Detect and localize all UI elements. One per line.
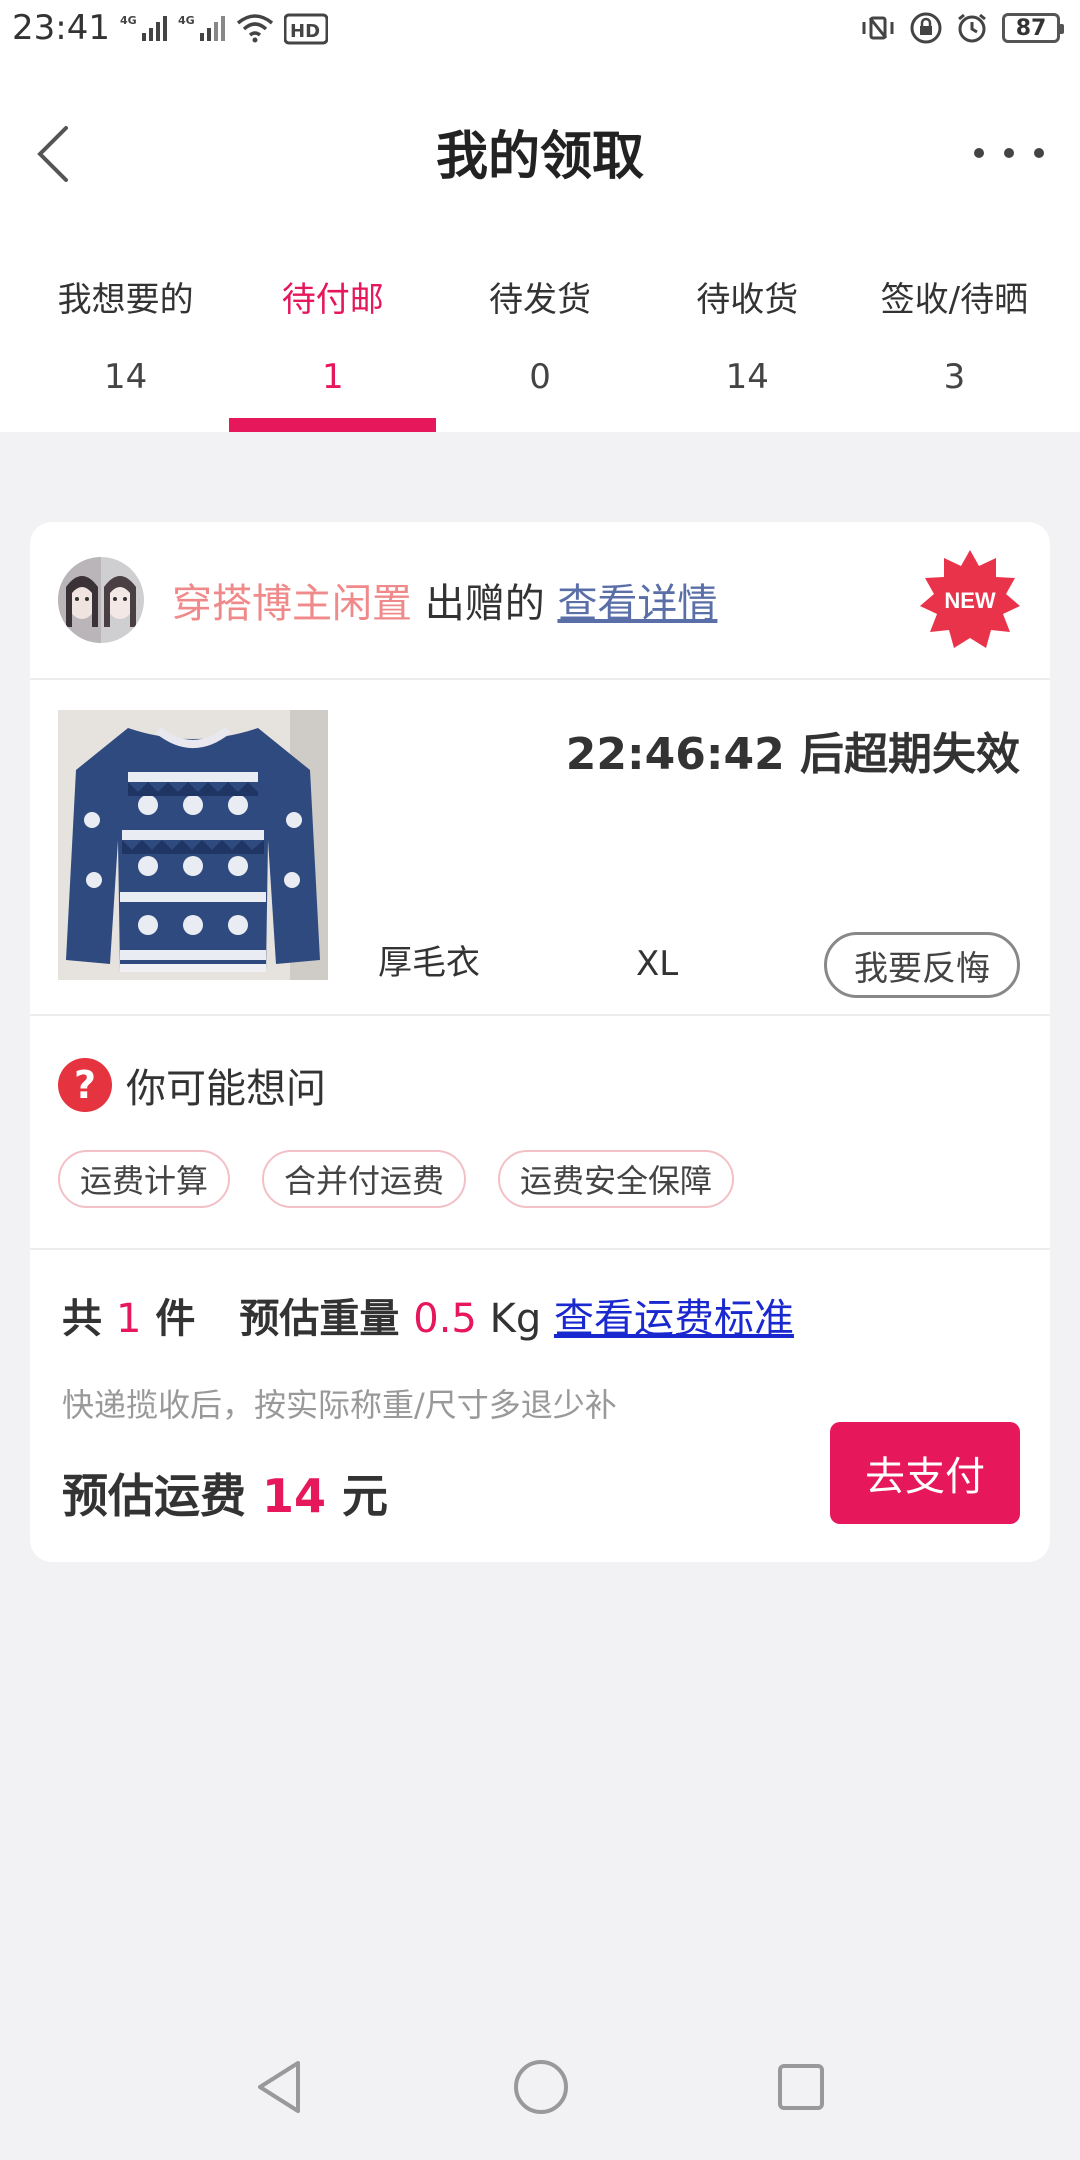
new-badge: NEW [918,548,1022,652]
tab-label: 待收货 [696,280,799,320]
tab-pending-postage[interactable]: 待付邮 1 [229,232,437,432]
total-count: 1 [115,1296,142,1342]
status-bar: 23:41 4G 4G HD 87 [0,0,1080,56]
pay-button[interactable]: 去支付 [830,1422,1020,1524]
battery-indicator: 87 [1002,13,1064,43]
page-title: 我的领取 [435,127,644,187]
tab-label: 待发货 [489,280,591,320]
product-name: 厚毛衣 [378,943,480,983]
gifter-name[interactable]: 穿搭博主闲置 [172,581,412,627]
nav-recents-icon[interactable] [776,2062,826,2112]
battery-level: 87 [1015,15,1047,41]
faq-title: 你可能想问 [126,1066,326,1112]
fee-value: 14 [262,1469,327,1523]
weight-unit: Kg [476,1296,554,1342]
gift-action-text: 出赠的 [412,581,558,627]
more-dot-icon [1034,148,1044,158]
fee-unit: 元 [326,1469,389,1523]
vibrate-icon [860,12,896,44]
tab-count: 3 [943,357,966,397]
weight-value: 0.5 [413,1296,477,1342]
more-options-button[interactable] [974,138,1044,168]
tab-pending-receipt[interactable]: 待收货 14 [644,232,851,432]
product-row: 22:46:42 后超期失效 厚毛衣 XL 我要反悔 [30,680,1050,1016]
status-time: 23:41 [12,8,110,48]
hd-icon: HD [283,11,328,45]
new-badge-label: NEW [944,588,996,613]
signal-icon: 4G [120,13,168,43]
tab-label: 签收/待晒 [880,280,1029,320]
fee-label: 预估运费 [62,1469,263,1523]
tab-count: 0 [529,357,551,397]
total-suffix: 件 [141,1296,196,1342]
nav-back-icon[interactable] [254,2059,306,2115]
tab-wanted[interactable]: 我想要的 14 [22,232,229,432]
product-size: XL [636,944,679,984]
lock-icon [910,12,942,44]
tab-label: 我想要的 [57,280,194,320]
svg-text:4G: 4G [178,14,195,27]
more-dot-icon [974,148,984,158]
expiry-countdown: 22:46:42 后超期失效 [565,729,1020,780]
regret-button[interactable]: 我要反悔 [824,932,1020,998]
faq-chip-shipping-guarantee[interactable]: 运费安全保障 [498,1150,735,1208]
alarm-icon [956,12,988,44]
gift-description: 穿搭博主闲置 出赠的 查看详情 [172,571,717,629]
faq-chip-combine-shipping[interactable]: 合并付运费 [262,1150,467,1208]
svg-text:HD: HD [290,21,320,42]
wifi-icon [236,13,274,43]
system-nav-bar [0,2014,1080,2160]
summary-line: 共 1 件预估重量 0.5 Kg 查看运费标准 [62,1286,1018,1344]
shipping-note: 快递揽收后，按实际称重/尺寸多退少补 [62,1386,617,1424]
faq-chip-shipping-calc[interactable]: 运费计算 [58,1150,231,1208]
tab-pending-shipment[interactable]: 待发货 0 [436,232,643,432]
gift-info-row: 穿搭博主闲置 出赠的 查看详情 NEW [30,522,1050,680]
total-prefix: 共 [62,1296,116,1342]
signal-icon-2: 4G [178,13,226,43]
faq-section: ? 你可能想问 运费计算 合并付运费 运费安全保障 [30,1016,1050,1250]
avatar[interactable] [58,557,144,643]
nav-home-icon[interactable] [513,2059,569,2115]
app-header: 我的领取 [0,56,1080,232]
more-dot-icon [1004,148,1014,158]
tab-label: 待付邮 [281,280,384,320]
product-image[interactable] [58,710,328,980]
status-tabs: 我想要的 14 待付邮 1 待发货 0 待收货 14 签收/待晒 3 [0,232,1080,432]
view-details-link[interactable]: 查看详情 [557,581,717,627]
question-icon: ? [58,1058,112,1112]
order-card: 穿搭博主闲置 出赠的 查看详情 NEW 22:46:42 后超期失效 厚毛衣 X… [30,522,1050,1562]
tab-count: 14 [725,357,769,397]
shipping-standard-link[interactable]: 查看运费标准 [554,1296,794,1342]
tab-count: 1 [321,357,344,397]
tab-count: 14 [103,357,148,397]
svg-text:4G: 4G [120,14,137,27]
weight-label: 预估重量 [239,1296,414,1342]
tab-received-review[interactable]: 签收/待晒 3 [851,232,1058,432]
payment-summary: 共 1 件预估重量 0.5 Kg 查看运费标准 快递揽收后，按实际称重/尺寸多退… [30,1250,1050,1562]
